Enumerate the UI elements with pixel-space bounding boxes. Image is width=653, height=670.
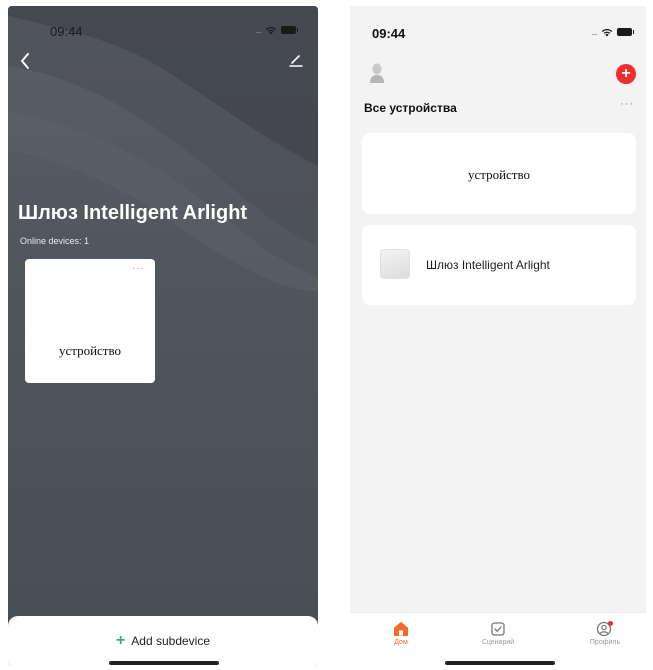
bottom-tab-bar: Дом Сценарий Профиль xyxy=(350,612,646,666)
home-icon xyxy=(394,622,408,636)
tab-label: Профиль xyxy=(589,639,621,646)
add-subdevice-label: Add subdevice xyxy=(131,634,211,648)
card-more-icon[interactable]: ··· xyxy=(132,263,145,274)
user-avatar-icon xyxy=(370,63,384,83)
status-icons: .... xyxy=(590,27,634,37)
status-icons: .... xyxy=(254,25,298,35)
battery-icon xyxy=(617,28,634,36)
home-screen: 09:44 .... + Все устройства ··· устройст… xyxy=(350,6,646,666)
device-card[interactable]: устройство xyxy=(362,133,636,214)
edit-button[interactable] xyxy=(288,52,308,74)
back-button[interactable] xyxy=(18,52,38,74)
scene-icon xyxy=(491,622,505,636)
add-subdevice-button[interactable]: + Add subdevice xyxy=(8,616,318,666)
edit-icon xyxy=(289,55,303,67)
online-devices-count: Online devices: 1 xyxy=(20,236,90,246)
device-name: устройство xyxy=(467,167,531,182)
device-name: Шлюз Intelligent Arlight xyxy=(426,258,550,272)
gateway-detail-screen: 09:44 .... Шлюз Intelligent Arlight Onli… xyxy=(8,6,318,666)
tab-home[interactable]: Дом xyxy=(366,621,436,646)
more-options-icon[interactable]: ··· xyxy=(620,98,634,110)
home-avatar[interactable] xyxy=(368,62,386,84)
tab-scenes[interactable]: Сценарий xyxy=(463,621,533,646)
home-indicator xyxy=(109,661,219,665)
gateway-thumbnail xyxy=(380,249,410,279)
profile-icon xyxy=(596,621,613,637)
battery-icon xyxy=(281,26,298,34)
device-card[interactable]: Шлюз Intelligent Arlight xyxy=(362,225,636,305)
chevron-left-icon xyxy=(20,53,29,69)
tab-label: Дом xyxy=(394,639,408,646)
wifi-icon xyxy=(265,26,277,34)
wifi-icon xyxy=(601,28,613,36)
tab-label: Сценарий xyxy=(481,639,515,646)
signal-icon: .... xyxy=(254,25,262,35)
status-time: 09:44 xyxy=(372,26,406,41)
tab-profile[interactable]: Профиль xyxy=(570,621,640,646)
home-indicator xyxy=(445,661,555,665)
subdevice-card[interactable]: ··· устройство xyxy=(25,259,155,383)
subdevice-name: устройство xyxy=(58,343,122,358)
all-devices-title: Все устройства xyxy=(364,101,457,115)
status-time: 09:44 xyxy=(50,24,83,39)
plus-icon: + xyxy=(115,632,126,649)
signal-icon: .... xyxy=(590,27,598,37)
gateway-title: Шлюз Intelligent Arlight xyxy=(18,202,248,224)
add-device-button[interactable]: + xyxy=(616,64,636,84)
